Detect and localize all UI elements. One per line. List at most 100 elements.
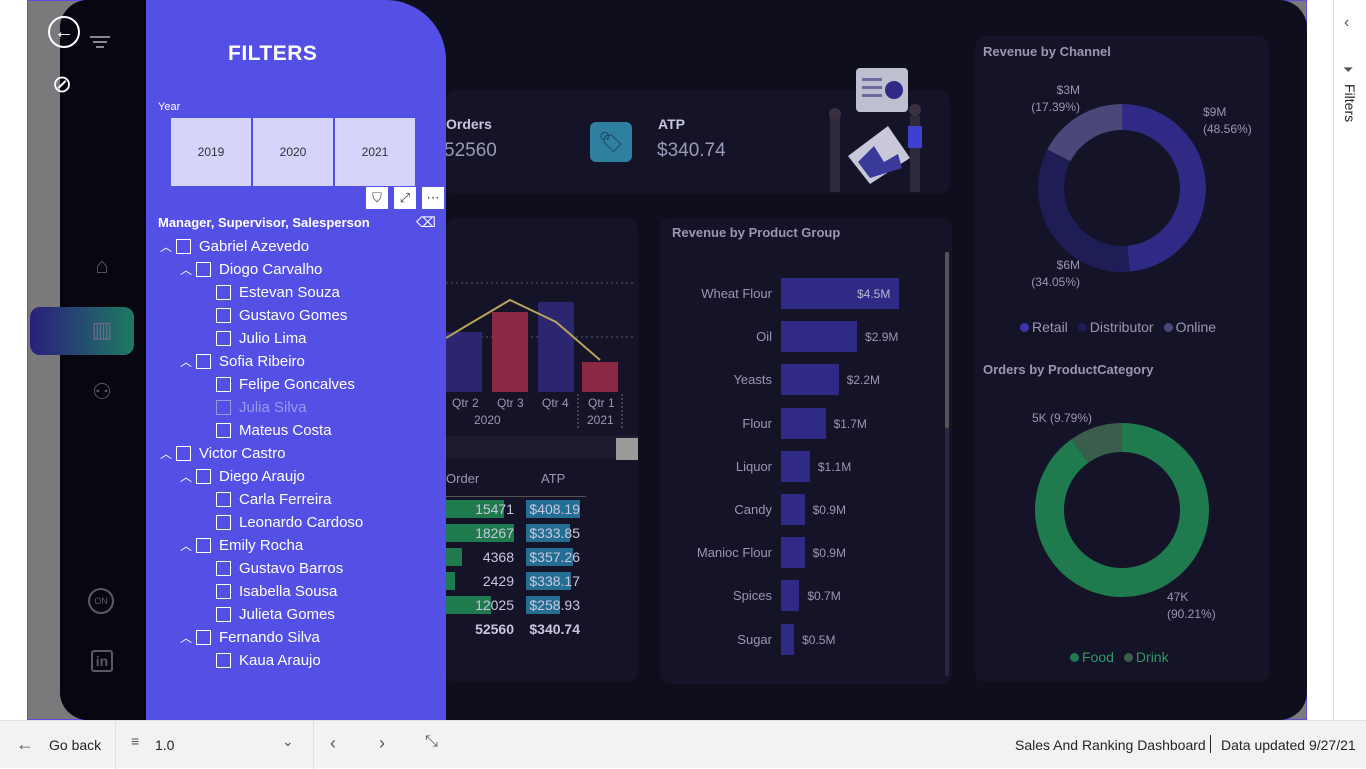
checkbox[interactable] bbox=[216, 399, 231, 415]
tree-item-label: Gustavo Gomes bbox=[239, 306, 348, 324]
legend-item[interactable]: Online bbox=[1163, 319, 1216, 335]
product-bar[interactable] bbox=[781, 321, 858, 353]
filter-funnel-icon[interactable]: ⏷ bbox=[1343, 62, 1353, 78]
chevron-up-icon[interactable]: ︿ bbox=[176, 261, 196, 278]
go-back-button[interactable]: Go back bbox=[49, 737, 101, 753]
tree-item[interactable]: Gustavo Gomes bbox=[196, 304, 347, 326]
product-bar[interactable] bbox=[781, 623, 795, 655]
product-group-card: Revenue by Product Group Wheat Flour $4.5… bbox=[660, 218, 952, 684]
year-button-2019[interactable]: 2019 bbox=[171, 118, 251, 186]
linkedin-icon[interactable]: in bbox=[91, 650, 113, 672]
chevron-left-icon[interactable]: ‹ bbox=[1344, 14, 1349, 32]
checkbox[interactable] bbox=[216, 307, 231, 323]
checkbox[interactable] bbox=[216, 330, 231, 346]
tree-item[interactable]: ︿ Sofia Ribeiro bbox=[176, 350, 305, 372]
legend-item[interactable]: Drink bbox=[1123, 649, 1169, 665]
checkbox[interactable] bbox=[216, 652, 231, 668]
donut-slice[interactable] bbox=[1122, 104, 1207, 272]
checkbox[interactable] bbox=[196, 629, 211, 645]
atp-value: $340.74 bbox=[657, 140, 726, 161]
tree-item[interactable]: ︿ Emily Rocha bbox=[176, 534, 303, 556]
year-button-2021[interactable]: 2021 bbox=[335, 118, 415, 186]
product-bar[interactable] bbox=[781, 580, 800, 612]
legend-item[interactable]: Distributor bbox=[1077, 319, 1154, 335]
slice-label: $9M bbox=[1203, 105, 1226, 119]
back-arrow-icon[interactable]: ← bbox=[48, 16, 80, 48]
tree-item[interactable]: Carla Ferreira bbox=[196, 488, 332, 510]
tree-item[interactable]: ︿ Gabriel Azevedo bbox=[156, 235, 309, 257]
checkbox[interactable] bbox=[216, 376, 231, 392]
checkbox[interactable] bbox=[196, 468, 211, 484]
channel-chart-title: Revenue by Channel bbox=[983, 44, 1111, 59]
tree-item[interactable]: Kaua Araujo bbox=[196, 649, 321, 671]
bar-value-label: $2.9M bbox=[865, 330, 899, 345]
eraser-icon[interactable]: ⌫ bbox=[416, 214, 436, 231]
checkbox[interactable] bbox=[216, 514, 231, 530]
legend-dot bbox=[1123, 652, 1133, 662]
col-header-atp: ATP bbox=[541, 471, 566, 486]
checkbox[interactable] bbox=[176, 445, 191, 461]
chevron-down-icon[interactable]: ⌄ bbox=[282, 733, 294, 750]
tree-item[interactable]: Isabella Sousa bbox=[196, 580, 337, 602]
tree-item[interactable]: Estevan Souza bbox=[196, 281, 340, 303]
filter-lines-icon[interactable] bbox=[90, 34, 112, 51]
checkbox[interactable] bbox=[216, 422, 231, 438]
checkbox[interactable] bbox=[196, 537, 211, 553]
tree-item-label: Felipe Goncalves bbox=[239, 375, 355, 393]
more-options-icon[interactable]: ⋯ bbox=[422, 187, 444, 209]
filter-icon[interactable]: ⛉ bbox=[366, 187, 388, 209]
product-bar[interactable] bbox=[781, 537, 805, 569]
chevron-up-icon[interactable]: ︿ bbox=[176, 629, 196, 646]
product-bar[interactable] bbox=[781, 364, 839, 396]
tree-item[interactable]: ︿ Diogo Carvalho bbox=[176, 258, 322, 280]
chevron-up-icon[interactable]: ︿ bbox=[176, 353, 196, 370]
tree-item[interactable]: Gustavo Barros bbox=[196, 557, 343, 579]
tree-item[interactable]: Felipe Goncalves bbox=[196, 373, 355, 395]
tree-item[interactable]: Leonardo Cardoso bbox=[196, 511, 363, 533]
checkbox[interactable] bbox=[216, 284, 231, 300]
legend-item[interactable]: Food bbox=[1070, 649, 1114, 665]
checkbox[interactable] bbox=[216, 491, 231, 507]
checkbox[interactable] bbox=[216, 606, 231, 622]
donut-slice[interactable] bbox=[1038, 149, 1130, 272]
legend-item[interactable]: Retail bbox=[1020, 319, 1068, 335]
filters-pane-collapsed[interactable]: ‹ ⏷ Filters bbox=[1333, 0, 1366, 720]
team-icon[interactable]: ⚇ bbox=[88, 378, 116, 406]
power-on-icon[interactable]: ON bbox=[88, 588, 114, 614]
product-bar[interactable] bbox=[781, 450, 810, 482]
focus-mode-icon[interactable]: ⤢ bbox=[394, 187, 416, 209]
category-label: Spices bbox=[732, 588, 772, 604]
home-icon[interactable]: ⌂ bbox=[88, 252, 116, 280]
checkbox[interactable] bbox=[196, 353, 211, 369]
checkbox[interactable] bbox=[216, 560, 231, 576]
analytics-icon[interactable]: ▥ bbox=[88, 316, 116, 344]
chevron-up-icon[interactable]: ︿ bbox=[156, 445, 176, 462]
checkbox[interactable] bbox=[216, 583, 231, 599]
tree-item[interactable]: Mateus Costa bbox=[196, 419, 332, 441]
year-button-2020[interactable]: 2020 bbox=[253, 118, 333, 186]
chevron-up-icon[interactable]: ︿ bbox=[156, 238, 176, 255]
checkbox[interactable] bbox=[176, 238, 191, 254]
tree-item[interactable]: ︿ Victor Castro bbox=[156, 442, 285, 464]
tree-item-label: Isabella Sousa bbox=[239, 582, 338, 600]
clear-filter-icon[interactable]: ⊘ bbox=[52, 70, 80, 98]
product-bar[interactable] bbox=[781, 407, 826, 439]
product-bar[interactable] bbox=[781, 494, 805, 525]
tree-item[interactable]: Julia Silva bbox=[196, 396, 307, 418]
back-arrow-small-icon[interactable]: ← bbox=[16, 734, 34, 755]
chevron-up-icon[interactable]: ︿ bbox=[176, 537, 196, 554]
next-page-icon[interactable]: › bbox=[379, 733, 385, 754]
tree-item[interactable]: ︿ Fernando Silva bbox=[176, 626, 320, 648]
page-selector[interactable]: 1.0 bbox=[155, 737, 174, 753]
tree-item[interactable]: ︿ Diego Araujo bbox=[176, 465, 305, 487]
chevron-up-icon[interactable]: ︿ bbox=[176, 468, 196, 485]
chart-scrollbar[interactable] bbox=[945, 252, 949, 676]
scrollbar-track[interactable] bbox=[446, 436, 638, 458]
previous-page-icon[interactable]: ‹ bbox=[330, 733, 336, 754]
scrollbar-thumb[interactable] bbox=[616, 438, 638, 460]
checkbox[interactable] bbox=[196, 261, 211, 277]
tree-item[interactable]: Julio Lima bbox=[196, 327, 307, 349]
fit-page-icon[interactable]: ⤡ bbox=[425, 733, 438, 751]
nav-item-selected[interactable] bbox=[30, 307, 134, 355]
tree-item[interactable]: Julieta Gomes bbox=[196, 603, 335, 625]
